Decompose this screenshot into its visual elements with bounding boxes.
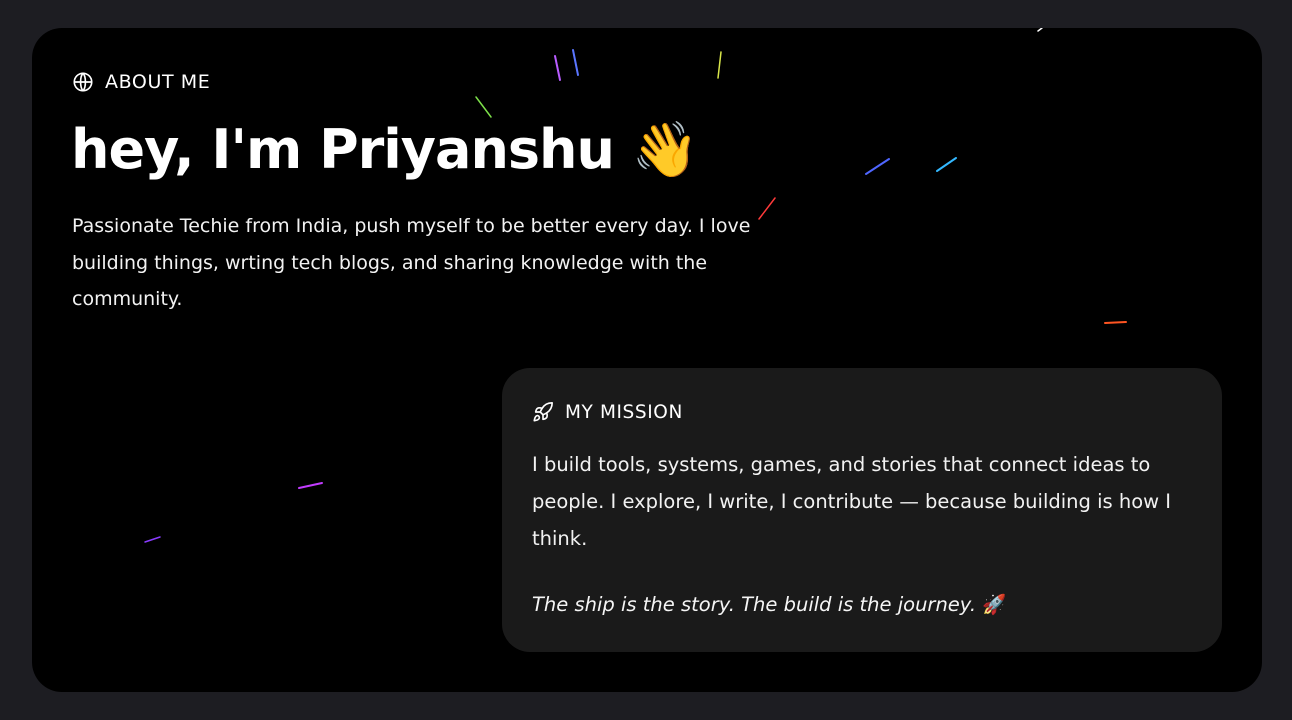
page-title: hey, I'm Priyanshu 👋 bbox=[71, 112, 699, 188]
intro-paragraph: Passionate Techie from India, push mysel… bbox=[72, 215, 751, 310]
streak bbox=[554, 55, 561, 81]
streak bbox=[1037, 28, 1043, 32]
headline-text: hey, I'm Priyanshu bbox=[71, 118, 615, 181]
streak bbox=[298, 482, 323, 489]
mission-label: MY MISSION bbox=[532, 401, 683, 423]
streak bbox=[936, 157, 957, 172]
globe-icon bbox=[73, 72, 93, 92]
about-card: ABOUT ME hey, I'm Priyanshu 👋 Passionate… bbox=[32, 28, 1262, 692]
about-me-label-text: ABOUT ME bbox=[105, 71, 211, 93]
streak bbox=[572, 49, 579, 76]
mission-label-text: MY MISSION bbox=[565, 401, 683, 423]
rocket-emoji: 🚀 bbox=[982, 593, 1007, 616]
streak bbox=[144, 536, 161, 543]
mission-paragraph: I build tools, systems, games, and stori… bbox=[532, 453, 1172, 550]
mission-quote: The ship is the story. The build is the … bbox=[532, 586, 1007, 623]
mission-card: MY MISSION I build tools, systems, games… bbox=[502, 368, 1222, 652]
streak bbox=[717, 51, 722, 79]
waving-hand-emoji: 👋 bbox=[631, 118, 699, 181]
streak bbox=[1104, 321, 1127, 324]
about-me-label: ABOUT ME bbox=[72, 71, 210, 93]
mission-quote-text: The ship is the story. The build is the … bbox=[532, 593, 977, 616]
rocket-icon bbox=[533, 402, 553, 422]
streak bbox=[865, 158, 890, 175]
